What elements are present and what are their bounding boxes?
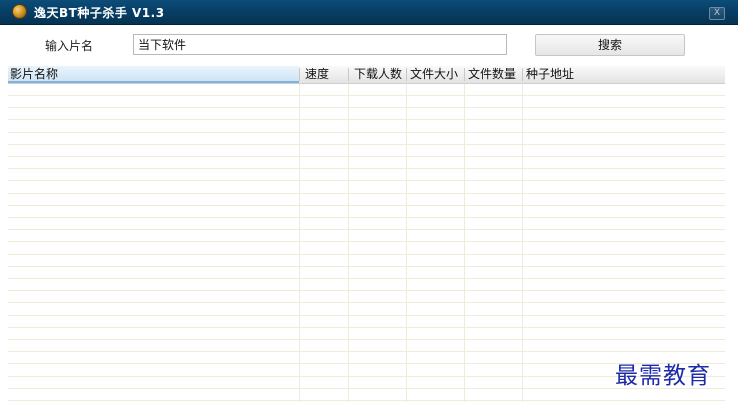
search-input[interactable] (133, 34, 507, 55)
column-divider[interactable] (348, 68, 349, 81)
column-divider[interactable] (406, 68, 407, 81)
search-button[interactable]: 搜索 (535, 34, 685, 56)
table-row[interactable] (8, 206, 725, 218)
table-row[interactable] (8, 133, 725, 145)
table-row[interactable] (8, 243, 725, 255)
table-row[interactable] (8, 121, 725, 133)
table-body (8, 84, 725, 402)
table-row[interactable] (8, 316, 725, 328)
table-row[interactable] (8, 84, 725, 96)
column-gridline (299, 84, 300, 402)
table-row[interactable] (8, 157, 725, 169)
search-bar: 输入片名 搜索 (0, 25, 738, 64)
column-divider[interactable] (464, 68, 465, 81)
table-row[interactable] (8, 169, 725, 181)
table-row[interactable] (8, 340, 725, 352)
search-label: 输入片名 (45, 39, 94, 53)
table-row[interactable] (8, 230, 725, 242)
column-divider[interactable] (299, 68, 300, 81)
column-header-torrent-url[interactable]: 种子地址 (524, 66, 725, 83)
table-row[interactable] (8, 328, 725, 340)
close-button[interactable]: X (709, 7, 725, 20)
column-header-speed[interactable]: 速度 (303, 66, 348, 83)
table-row[interactable] (8, 108, 725, 120)
list-header: 影片名称 速度 下载人数 文件大小 文件数量 种子地址 (8, 66, 725, 84)
table-row[interactable] (8, 182, 725, 194)
table-row[interactable] (8, 194, 725, 206)
column-gridline (406, 84, 407, 402)
window-title: 逸天BT种子杀手 V1.3 (34, 6, 165, 20)
app-logo-icon (12, 4, 27, 19)
column-header-file-count[interactable]: 文件数量 (466, 66, 522, 83)
table-row[interactable] (8, 389, 725, 401)
watermark: 最需教育 (615, 363, 711, 389)
column-header-downloaders[interactable]: 下载人数 (352, 66, 408, 83)
table-row[interactable] (8, 255, 725, 267)
table-row[interactable] (8, 291, 725, 303)
table-row[interactable] (8, 304, 725, 316)
column-gridline (522, 84, 523, 402)
title-bar: 逸天BT种子杀手 V1.3 X (0, 0, 738, 25)
table-row[interactable] (8, 145, 725, 157)
column-gridline (464, 84, 465, 402)
column-header-file-size[interactable]: 文件大小 (408, 66, 464, 83)
table-row[interactable] (8, 267, 725, 279)
results-list[interactable]: 影片名称 速度 下载人数 文件大小 文件数量 种子地址 (8, 66, 725, 402)
table-row[interactable] (8, 279, 725, 291)
column-gridline (348, 84, 349, 402)
table-row[interactable] (8, 218, 725, 230)
column-header-title[interactable]: 影片名称 (8, 66, 299, 83)
table-row[interactable] (8, 96, 725, 108)
column-divider[interactable] (522, 68, 523, 81)
